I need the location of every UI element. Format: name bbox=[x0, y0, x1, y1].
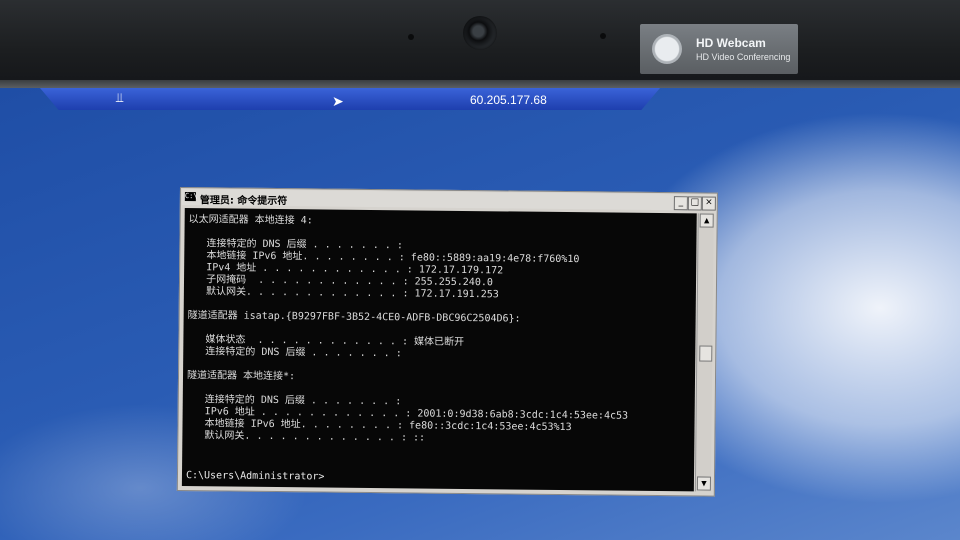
console-line: 隧道适配器 本地连接*: bbox=[186, 370, 296, 383]
console-line: 默认网关. . . . . . . . . . . . . : :: bbox=[186, 430, 426, 444]
pin-icon[interactable]: ⫫ bbox=[116, 91, 123, 106]
vertical-scrollbar[interactable]: ▲ ▼ bbox=[694, 213, 714, 492]
mouse-cursor-icon: ➤ bbox=[332, 94, 344, 110]
bezel-sensor-left bbox=[408, 34, 414, 40]
bezel-sensor-right bbox=[600, 33, 606, 39]
hp-logo-icon bbox=[652, 34, 682, 64]
cmd-app-icon[interactable]: C:\ bbox=[184, 192, 198, 202]
badge-title: HD Webcam bbox=[696, 36, 766, 50]
command-prompt-window[interactable]: C:\ 管理员: 命令提示符 _ □ × 以太网适配器 本地连接 4: 连接特定… bbox=[176, 187, 718, 497]
window-title: 管理员: 命令提示符 bbox=[199, 195, 288, 208]
scroll-thumb[interactable] bbox=[699, 345, 713, 362]
hd-webcam-badge: HD Webcam HD Video Conferencing bbox=[640, 24, 798, 74]
minimize-button[interactable]: _ bbox=[673, 196, 688, 211]
console-output[interactable]: 以太网适配器 本地连接 4: 连接特定的 DNS 后缀 . . . . . . … bbox=[181, 208, 697, 492]
rdp-host-address: 60.205.177.68 bbox=[470, 93, 547, 107]
remote-desktop-screen: ⫫ ➤ 60.205.177.68 C:\ 管理员: 命令提示符 _ □ × 以… bbox=[0, 88, 960, 540]
scroll-up-arrow-icon[interactable]: ▲ bbox=[699, 213, 714, 228]
console-line: 隧道适配器 isatap.{B9297FBF-3B52-4CE0-ADFB-DB… bbox=[187, 310, 521, 325]
scroll-down-arrow-icon[interactable]: ▼ bbox=[696, 476, 711, 491]
remote-desktop-connection-bar[interactable]: ⫫ ➤ 60.205.177.68 bbox=[40, 88, 660, 110]
webcam-lens bbox=[463, 16, 497, 50]
close-button[interactable]: × bbox=[701, 196, 716, 211]
laptop-bezel: HD Webcam HD Video Conferencing bbox=[0, 0, 960, 84]
maximize-button[interactable]: □ bbox=[687, 196, 702, 211]
window-titlebar[interactable]: C:\ 管理员: 命令提示符 _ □ × bbox=[181, 189, 716, 211]
console-line: 连接特定的 DNS 后缀 . . . . . . . : bbox=[187, 346, 402, 360]
console-line: 以太网适配器 本地连接 4: bbox=[188, 214, 313, 227]
bezel-lip bbox=[0, 80, 960, 88]
console-line: 默认网关. . . . . . . . . . . . . : 172.17.1… bbox=[187, 286, 499, 301]
command-prompt-line[interactable]: C:\Users\Administrator> bbox=[186, 470, 325, 483]
badge-subtitle: HD Video Conferencing bbox=[696, 52, 791, 62]
